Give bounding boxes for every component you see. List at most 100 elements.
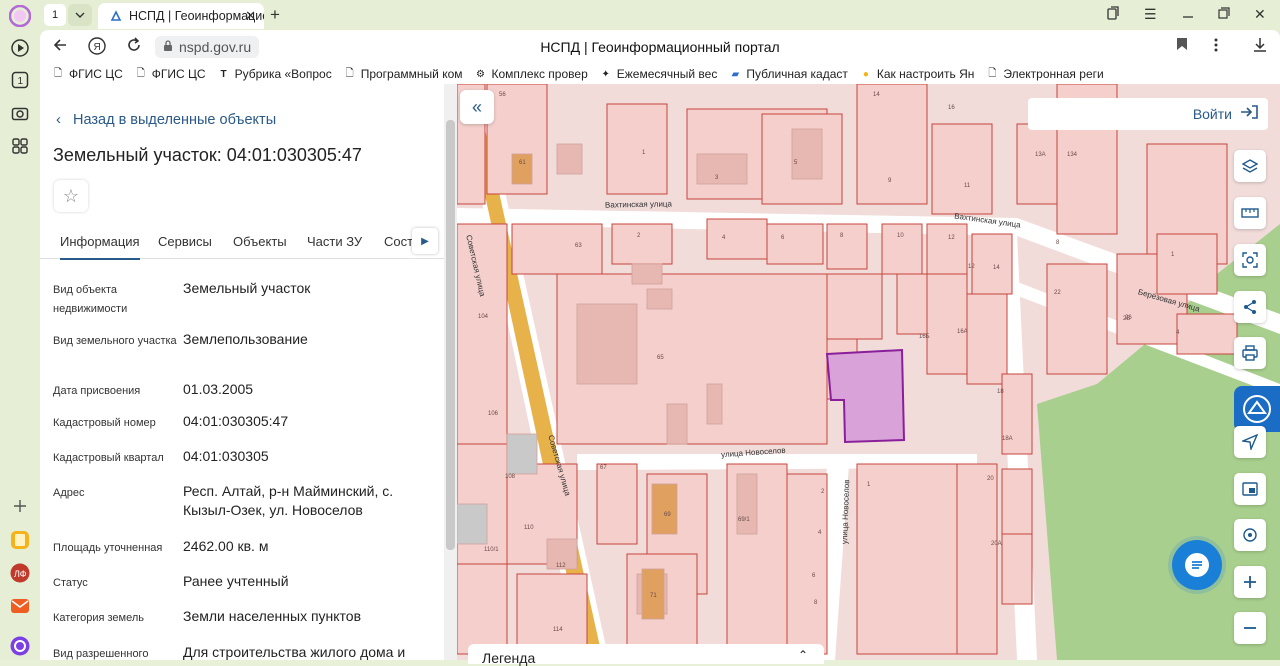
print-icon[interactable] xyxy=(1234,337,1266,369)
downloads-icon[interactable] xyxy=(1252,37,1268,58)
screenshot-icon[interactable] xyxy=(8,102,32,126)
ruler-icon[interactable] xyxy=(1234,197,1266,229)
bookmark-icon[interactable] xyxy=(1176,37,1188,56)
close-tab-icon[interactable]: ✕ xyxy=(245,8,256,24)
circle-icon: ● xyxy=(862,68,869,80)
bookmark-item[interactable]: 🗋 ФГИС ЦС xyxy=(135,67,206,81)
bookmark-item[interactable]: ⚙ Комплекс провер xyxy=(475,67,588,81)
tab-counter-icon[interactable]: 1 xyxy=(8,68,32,92)
bookmark-item[interactable]: ▰ Публичная кадаст xyxy=(729,67,847,81)
restore-icon[interactable] xyxy=(1218,6,1230,22)
field-value[interactable]: 04:01:030305:47 xyxy=(183,412,433,431)
svg-text:18А: 18А xyxy=(1002,436,1013,442)
cadastral-map[interactable]: 56611 359 1113А14 162 4 6 8 10 121422 26636… xyxy=(457,84,1280,660)
url-field[interactable]: nspd.gov.ru xyxy=(155,36,260,58)
svg-text:69: 69 xyxy=(664,512,671,518)
zoom-in-icon[interactable] xyxy=(1234,566,1266,598)
panel-scrollbar[interactable] xyxy=(444,84,457,660)
svg-text:20А: 20А xyxy=(991,541,1002,547)
field-label: Вид земельного участка xyxy=(53,335,177,347)
more-options-icon[interactable] xyxy=(1214,37,1218,58)
field-value: 01.03.2005 xyxy=(183,381,254,397)
yandex-icon[interactable]: Я xyxy=(88,37,106,60)
svg-text:106: 106 xyxy=(488,411,499,417)
login-button[interactable]: Войти xyxy=(1028,98,1268,130)
mail-app-icon[interactable] xyxy=(8,594,32,618)
area-select-icon[interactable] xyxy=(1234,244,1266,276)
field-value: Земельный участок xyxy=(183,280,311,296)
minimap-icon[interactable] xyxy=(1234,473,1266,505)
tab-parts[interactable]: Части ЗУ xyxy=(307,234,362,249)
assistant-app-icon[interactable] xyxy=(8,634,32,658)
bookmark-item[interactable]: ✦ Ежемесячный вес xyxy=(600,67,718,81)
share-icon[interactable] xyxy=(1234,291,1266,323)
close-window-icon[interactable]: ✕ xyxy=(1254,6,1266,23)
field-value: Землепользование xyxy=(183,331,308,347)
t-icon: T xyxy=(220,68,227,80)
field-label: Вид объекта недвижимости xyxy=(53,284,128,315)
field-label: Кадастровый номер xyxy=(53,417,156,429)
back-to-selected-link[interactable]: ‹ Назад в выделенные объекты xyxy=(56,111,276,128)
field-label: Кадастровый квартал xyxy=(53,452,164,464)
browser-tab[interactable]: НСПД | Геоинформационный портал ✕ xyxy=(98,3,264,29)
nspd-favicon-icon xyxy=(110,10,122,22)
tab-objects[interactable]: Объекты xyxy=(233,234,287,249)
chat-support-button[interactable] xyxy=(1172,540,1222,590)
field-value: 2462.00 кв. м xyxy=(183,538,269,554)
tab-title: НСПД | Геоинформационный портал xyxy=(129,9,264,23)
login-label: Войти xyxy=(1192,106,1232,122)
reload-icon[interactable] xyxy=(126,37,142,58)
bookmarks-bar: 🗋 ФГИС ЦС 🗋 ФГИС ЦС T Рубрика «Вопрос 🗋 Прог… xyxy=(40,64,1280,84)
svg-text:134: 134 xyxy=(1067,152,1078,158)
bookmark-item[interactable]: 🗋 Электронная реги xyxy=(986,67,1103,81)
svg-text:69/1: 69/1 xyxy=(738,517,750,523)
svg-text:110/1: 110/1 xyxy=(484,547,499,553)
menu-icon[interactable]: ☰ xyxy=(1144,6,1157,23)
field-value: Респ. Алтай, р-н Майминский, с. Кызыл-Оз… xyxy=(183,483,394,518)
bookmark-item[interactable]: 🗋 ФГИС ЦС xyxy=(52,67,123,81)
lamoda-app-icon[interactable]: ЛФ xyxy=(8,561,32,585)
legend-panel[interactable]: Легенда ⌃ xyxy=(468,644,824,666)
chat-icon xyxy=(1185,553,1209,577)
map-canvas[interactable]: 56 61 1 359 11 13А 14 16 2 4 6 8 10 12 14 22 26 63 6… xyxy=(457,84,1280,660)
layers-icon[interactable] xyxy=(1234,150,1266,182)
svg-text:14: 14 xyxy=(873,92,880,98)
navigate-icon[interactable] xyxy=(1234,426,1266,458)
alice-icon[interactable] xyxy=(8,4,32,28)
favorite-star-icon[interactable]: ☆ xyxy=(54,180,88,212)
collapse-panel-icon[interactable]: « xyxy=(460,90,494,124)
notes-app-icon[interactable] xyxy=(8,528,32,552)
svg-text:71: 71 xyxy=(650,593,657,599)
tab-services[interactable]: Сервисы xyxy=(158,234,212,249)
svg-text:14: 14 xyxy=(993,265,1000,271)
tab-information[interactable]: Информация xyxy=(60,234,140,260)
tabs-scroll-right-icon[interactable]: ▶ xyxy=(412,228,438,254)
bookmark-item[interactable]: T Рубрика «Вопрос xyxy=(218,67,332,81)
doc-icon: 🗋 xyxy=(53,67,63,79)
play-icon[interactable] xyxy=(8,36,32,60)
locate-icon[interactable] xyxy=(1234,519,1266,551)
svg-text:ЛФ: ЛФ xyxy=(14,569,27,579)
doc-icon: 🗋 xyxy=(988,67,997,79)
field-value: Земли населенных пунктов xyxy=(183,608,362,624)
field-label: Адрес xyxy=(53,487,85,499)
minimize-icon[interactable] xyxy=(1182,6,1194,22)
collections-icon[interactable] xyxy=(1106,6,1120,23)
new-tab-icon[interactable]: + xyxy=(270,5,280,25)
bookmark-item[interactable]: 🗋 Программный ком xyxy=(344,67,463,81)
bookmark-item[interactable]: ● Как настроить Ян xyxy=(860,67,975,81)
field-value: Для строительства жилого дома и xyxy=(183,644,406,660)
add-icon[interactable] xyxy=(8,494,32,518)
svg-text:65: 65 xyxy=(657,355,664,361)
chevron-left-icon: ‹ xyxy=(56,111,61,128)
svg-text:112: 112 xyxy=(556,563,566,569)
browser-window: 1 ЛФ 1 НСПД | Геоинформационный п xyxy=(0,0,1280,666)
zoom-out-icon[interactable] xyxy=(1234,612,1266,644)
scrollbar-thumb[interactable] xyxy=(446,120,455,550)
tab-list-dropdown[interactable] xyxy=(68,4,92,26)
back-icon[interactable] xyxy=(52,37,68,58)
tab-count-badge[interactable]: 1 xyxy=(44,4,66,26)
field-value[interactable]: 04:01:030305 xyxy=(183,447,433,466)
svg-text:16А: 16А xyxy=(957,329,968,335)
apps-grid-icon[interactable] xyxy=(8,134,32,158)
